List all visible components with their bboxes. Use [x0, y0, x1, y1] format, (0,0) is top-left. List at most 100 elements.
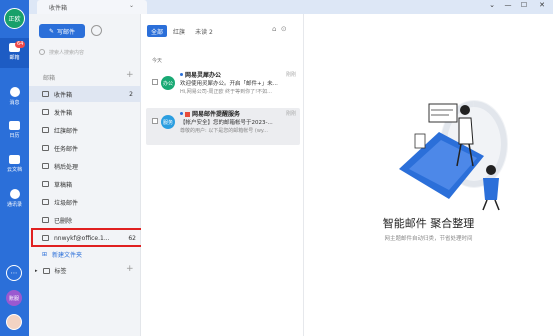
- tags-label: 标签: [54, 268, 67, 275]
- day-group-label: 今天: [152, 58, 163, 64]
- folder-label: 稍后处理: [54, 163, 79, 171]
- folder-later[interactable]: 稍后处理: [29, 158, 141, 174]
- unread-dot-icon: [180, 112, 183, 115]
- folder-flagged[interactable]: 红旗邮件: [29, 122, 141, 138]
- app-rail: 正欧 64 邮箱 消息 日历 云文档 通讯录 ⋯ 账服: [0, 0, 29, 336]
- close-button[interactable]: ✕: [535, 1, 549, 9]
- compose-button[interactable]: ✎ 写邮件: [39, 24, 85, 38]
- rail-item-calendar[interactable]: 日历: [0, 116, 29, 146]
- tab-chevron-icon[interactable]: ⌄: [129, 2, 134, 9]
- expand-arrow-icon: ▸: [35, 267, 38, 274]
- folder-label: 收件箱: [54, 91, 73, 99]
- rail-label-messages: 消息: [9, 100, 20, 106]
- settings-icon[interactable]: ⊙: [281, 25, 287, 33]
- user-avatar[interactable]: 正欧: [4, 8, 25, 29]
- folder-label: 任务邮件: [54, 145, 79, 153]
- window-menu-button[interactable]: ⌄: [485, 1, 499, 9]
- folder-pane: ✎ 写邮件 搜索人搜索内容 邮箱 + 收件箱 2 发件箱 红旗邮件 任务邮件 稍…: [29, 14, 141, 336]
- filter-flagged[interactable]: 红旗: [170, 25, 188, 37]
- filter-unread[interactable]: 未读 2: [191, 25, 217, 37]
- calendar-icon: [9, 121, 20, 130]
- search-placeholder: 搜索人搜索内容: [49, 49, 85, 56]
- cloud-doc-icon: [9, 155, 20, 164]
- folder-label: 发件箱: [54, 109, 73, 117]
- tab-title: 收件箱: [49, 5, 68, 12]
- rail-item-contacts[interactable]: 通讯录: [0, 184, 29, 214]
- empty-state-illustration: [399, 100, 508, 211]
- filter-all[interactable]: 全部: [147, 25, 167, 37]
- mail-subject: 【帐户安全】您的邮箱帐号于2023-...: [180, 120, 273, 126]
- rail-item-cloud-doc[interactable]: 云文档: [0, 150, 29, 180]
- rail-label-cloud-doc: 云文档: [6, 167, 22, 173]
- security-warning-icon: [185, 112, 190, 117]
- mail-item[interactable]: 办公 网易灵犀办公 刚刚 欢迎使用灵犀办公。开启「邮件+」未... Hi,网易公…: [146, 69, 300, 106]
- sender-avatar: 服务: [161, 115, 175, 129]
- maximize-button[interactable]: ☐: [517, 1, 531, 9]
- add-tag-icon[interactable]: +: [126, 264, 134, 274]
- mail-checkbox[interactable]: [152, 79, 158, 85]
- folder-spam[interactable]: 垃圾邮件: [29, 194, 141, 210]
- mail-badge: 64: [15, 41, 26, 48]
- add-mailbox-icon[interactable]: +: [126, 70, 134, 80]
- mail-sender: 网易灵犀办公: [185, 72, 222, 79]
- tags-section[interactable]: ▸ 标签: [35, 266, 67, 275]
- tag-icon: [42, 267, 50, 274]
- refresh-icon[interactable]: [91, 25, 102, 36]
- mail-sender-row: 网易邮件提醒服务: [185, 109, 240, 118]
- empty-state-subtitle: 网主题邮件自动归类，节省处理时间: [384, 236, 473, 242]
- more-apps-button[interactable]: ⋯: [6, 265, 22, 281]
- mail-sender: 网易邮件提醒服务: [192, 111, 241, 118]
- folder-label: 垃圾邮件: [54, 199, 79, 207]
- list-tools: ⌂ ⊙: [272, 25, 287, 33]
- rail-item-messages[interactable]: 消息: [0, 82, 29, 112]
- folder-inbox[interactable]: 收件箱 2: [29, 86, 141, 102]
- task-list-icon: [42, 145, 49, 151]
- empty-state-title: 智能邮件 聚合整理: [382, 217, 475, 230]
- mail-time: 刚刚: [285, 72, 296, 78]
- send-icon: [42, 109, 49, 115]
- mail-item[interactable]: 服务 网易邮件提醒服务 刚刚 【帐户安全】您的邮箱帐号于2023-... 尊敬的…: [146, 108, 300, 145]
- clock-icon: [42, 163, 49, 169]
- compose-label: 写邮件: [57, 28, 76, 36]
- folder-sent[interactable]: 发件箱: [29, 104, 141, 120]
- mail-preview: Hi,网易公司-周正欧 终于等到你了!不如...: [180, 89, 272, 95]
- new-folder-button[interactable]: ⊞ 新建文件夹: [42, 250, 82, 259]
- mail-preview: 尊敬的用户: 以下是您的邮箱帐号 (wy...: [180, 128, 268, 134]
- mail-list-pane: 全部 红旗 未读 2 ⌂ ⊙ 今天 办公 网易灵犀办公 刚刚 欢迎使用灵犀办公。…: [141, 14, 304, 336]
- reading-pane: 智能邮件 聚合整理 网主题邮件自动归类，节省处理时间: [304, 14, 553, 336]
- folder-drafts[interactable]: 草稿箱: [29, 176, 141, 192]
- mail-time: 刚刚: [285, 111, 296, 117]
- folder-trash[interactable]: 已删除: [29, 212, 141, 228]
- spam-icon: [42, 199, 49, 205]
- draft-icon: [42, 181, 49, 187]
- new-folder-icon: ⊞: [42, 251, 48, 258]
- mail-subject: 欢迎使用灵犀办公。开启「邮件+」未...: [180, 81, 278, 87]
- rail-label-contacts: 通讯录: [6, 202, 22, 208]
- mail-checkbox[interactable]: [152, 118, 158, 124]
- rail-item-mail[interactable]: 64 邮箱: [0, 38, 29, 68]
- folder-label: 红旗邮件: [54, 127, 79, 135]
- folder-count: 2: [129, 90, 133, 98]
- search-icon: [39, 49, 45, 55]
- sender-avatar: 办公: [161, 76, 175, 90]
- folder-tasks[interactable]: 任务邮件: [29, 140, 141, 156]
- inbox-icon: [42, 91, 49, 97]
- sort-icon[interactable]: ⌂: [272, 25, 276, 33]
- new-folder-label: 新建文件夹: [52, 252, 83, 259]
- search-input[interactable]: 搜索人搜索内容: [39, 46, 131, 58]
- minimize-button[interactable]: —: [501, 1, 515, 9]
- trash-icon: [42, 217, 49, 223]
- pen-icon: ✎: [48, 27, 54, 35]
- unread-dot-icon: [180, 73, 183, 76]
- tab-inbox[interactable]: 收件箱 ⌄: [37, 0, 147, 14]
- flag-icon: [42, 127, 49, 133]
- profile-avatar[interactable]: [6, 314, 22, 330]
- rail-label-calendar: 日历: [9, 133, 20, 139]
- folder-label: 已删除: [54, 217, 73, 225]
- rail-label-mail: 邮箱: [9, 55, 20, 61]
- account-avatar[interactable]: 账服: [6, 290, 22, 306]
- contacts-icon: [9, 189, 20, 199]
- title-bar: 收件箱 ⌄ ⌄ — ☐ ✕: [29, 0, 553, 14]
- folder-label: 草稿箱: [54, 181, 73, 189]
- chat-icon: [9, 87, 20, 97]
